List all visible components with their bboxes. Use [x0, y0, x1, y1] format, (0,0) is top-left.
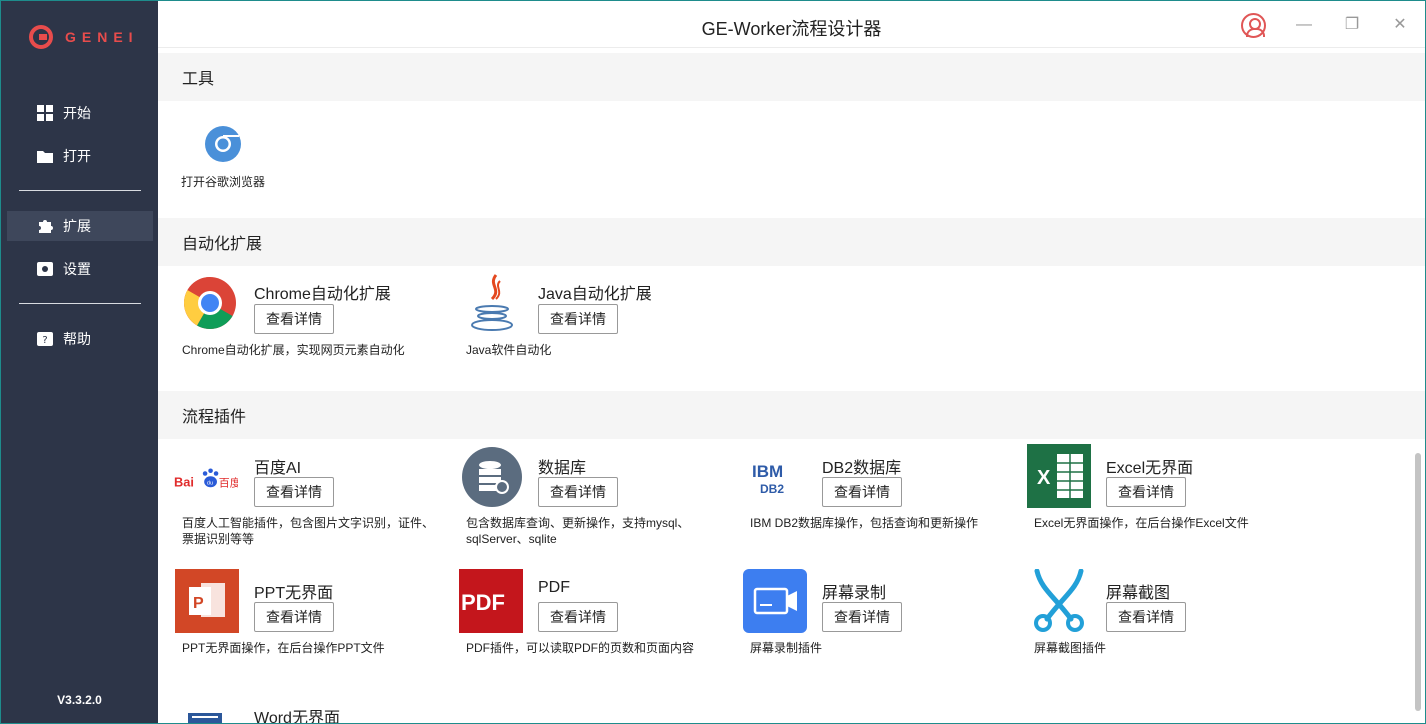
sidebar: GENEI 开始 打开 扩展 设置 ? 帮助 V3.3.2.0	[1, 1, 158, 723]
plugin-title: 屏幕截图	[1106, 585, 1171, 602]
sidebar-item-start[interactable]: 开始	[7, 98, 153, 128]
baidu-icon: Bai du 百度	[174, 468, 238, 489]
extension-desc: Chrome自动化扩展，实现网页元素自动化	[182, 343, 405, 357]
sidebar-item-label: 打开	[63, 148, 91, 164]
chrome-icon	[184, 277, 236, 329]
sidebar-divider	[19, 303, 141, 304]
view-details-button[interactable]: 查看详情	[1106, 477, 1186, 507]
sidebar-item-settings[interactable]: 设置	[7, 254, 153, 284]
svg-text:PDF: PDF	[461, 590, 505, 615]
plugin-desc: 包含数据库查询、更新操作，支持mysql、sqlServer、sqlite	[466, 516, 690, 546]
plugin-title: DB2数据库	[822, 460, 902, 477]
plugin-title: 屏幕录制	[822, 585, 887, 602]
extension-desc: Java软件自动化	[466, 343, 552, 357]
genei-logo-icon	[29, 25, 53, 49]
svg-text:IBM: IBM	[752, 462, 783, 481]
version-label: V3.3.2.0	[57, 693, 102, 707]
java-icon	[471, 274, 513, 331]
view-details-button[interactable]: 查看详情	[538, 477, 618, 507]
sidebar-item-label: 设置	[63, 261, 91, 277]
sidebar-item-label: 开始	[63, 105, 91, 121]
plugin-title: 百度AI	[254, 460, 302, 477]
svg-text:百度: 百度	[219, 475, 238, 489]
user-account-icon[interactable]	[1241, 13, 1266, 38]
view-details-button[interactable]: 查看详情	[1106, 602, 1186, 632]
view-details-button[interactable]: 查看详情	[538, 602, 618, 632]
grid-icon	[37, 105, 53, 121]
main-content: GE-Worker流程设计器 — ❐ ✕ 工具 打开谷歌浏览器 自动化扩展 Ch…	[158, 1, 1425, 723]
word-icon	[188, 713, 222, 723]
logo: GENEI	[29, 25, 139, 49]
plugin-title: PDF	[538, 579, 570, 596]
extension-title: Java自动化扩展	[538, 286, 652, 303]
view-details-button[interactable]: 查看详情	[822, 477, 902, 507]
sidebar-divider	[19, 190, 141, 191]
view-details-button[interactable]: 查看详情	[538, 304, 618, 334]
extension-title: Chrome自动化扩展	[254, 286, 391, 303]
pdf-icon: PDF	[459, 569, 523, 633]
restore-button[interactable]: ❐	[1340, 13, 1364, 37]
plugin-desc: IBM DB2数据库操作，包括查询和更新操作	[750, 516, 979, 530]
view-details-button[interactable]: 查看详情	[254, 602, 334, 632]
tool-label: 打开谷歌浏览器	[180, 175, 265, 189]
sidebar-item-label: 帮助	[63, 331, 91, 347]
app-window: GENEI 开始 打开 扩展 设置 ? 帮助 V3.3.2.0 GE-Worke	[0, 0, 1426, 724]
section-title-automation: 自动化扩展	[158, 218, 1425, 266]
help-icon: ?	[37, 332, 53, 346]
section-title-plugins: 流程插件	[158, 391, 1425, 439]
view-details-button[interactable]: 查看详情	[822, 602, 902, 632]
plugin-desc: 屏幕录制插件	[750, 641, 823, 655]
excel-icon: X	[1027, 444, 1091, 508]
ibm-db2-icon: IBM DB2	[752, 462, 784, 496]
svg-text:du: du	[207, 480, 213, 486]
section-title-tools: 工具	[158, 53, 1425, 101]
plugin-desc: Excel无界面操作，在后台操作Excel文件	[1034, 516, 1249, 530]
plugin-title: Excel无界面	[1106, 460, 1194, 477]
plugin-title: PPT无界面	[254, 585, 334, 602]
tool-open-chrome[interactable]: 打开谷歌浏览器	[178, 125, 268, 190]
puzzle-icon	[39, 220, 53, 233]
folder-icon	[37, 151, 53, 163]
svg-text:?: ?	[42, 335, 47, 346]
settings-icon	[37, 262, 53, 276]
ppt-icon: P	[175, 569, 239, 633]
window-title: GE-Worker流程设计器	[701, 19, 882, 39]
view-details-button[interactable]: 查看详情	[254, 477, 334, 507]
plugin-desc: PPT无界面操作，在后台操作PPT文件	[182, 641, 385, 655]
svg-text:P: P	[193, 595, 204, 612]
minimize-button[interactable]: —	[1292, 13, 1316, 37]
sidebar-item-open[interactable]: 打开	[7, 141, 153, 171]
plugin-desc: 百度人工智能插件，包含图片文字识别，证件、票据识别等等	[182, 516, 435, 546]
title-bar: GE-Worker流程设计器 — ❐ ✕	[158, 1, 1425, 48]
plugin-desc: 屏幕截图插件	[1034, 641, 1107, 655]
svg-text:DB2: DB2	[760, 482, 784, 496]
sidebar-item-label: 扩展	[63, 218, 91, 234]
plugin-title: 数据库	[538, 460, 587, 477]
svg-text:X: X	[1037, 467, 1051, 489]
screen-record-icon	[743, 569, 807, 633]
svg-text:Bai: Bai	[174, 474, 194, 489]
close-button[interactable]: ✕	[1388, 13, 1412, 37]
plugin-title: Word无界面	[254, 710, 340, 723]
screenshot-icon	[1034, 569, 1084, 632]
database-icon	[462, 447, 522, 507]
vertical-scrollbar[interactable]	[1415, 453, 1421, 711]
plugin-desc: PDF插件，可以读取PDF的页数和页面内容	[466, 641, 695, 655]
view-details-button[interactable]: 查看详情	[254, 304, 334, 334]
logo-text: GENEI	[65, 29, 139, 45]
chrome-browser-icon	[205, 126, 241, 162]
sidebar-item-extensions[interactable]: 扩展	[7, 211, 153, 241]
sidebar-item-help[interactable]: ? 帮助	[7, 324, 153, 354]
